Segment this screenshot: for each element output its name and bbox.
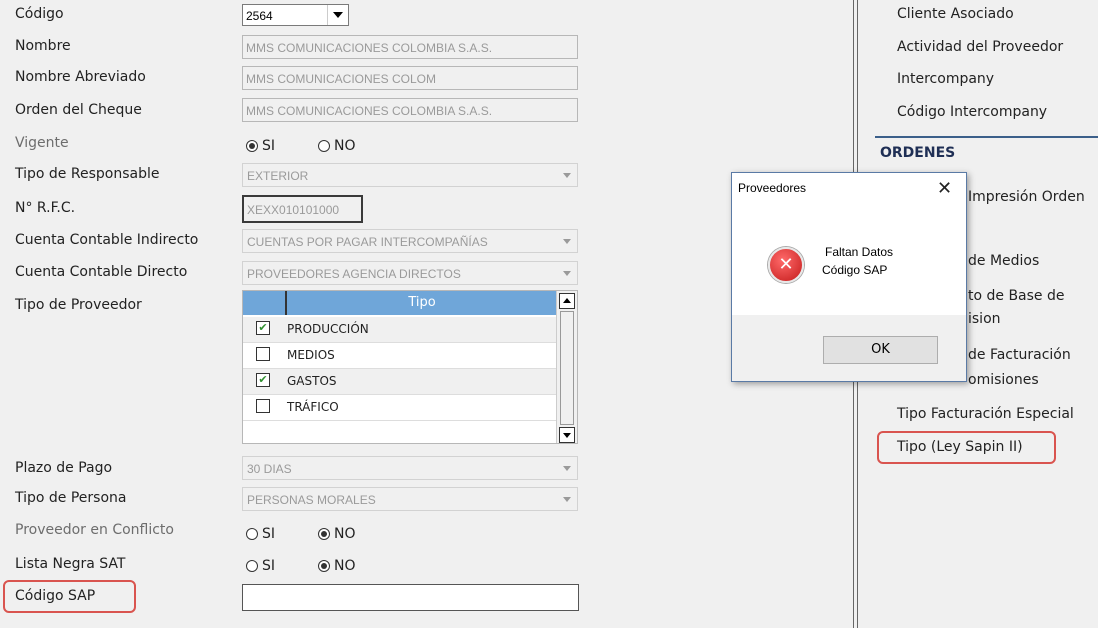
plazo-select[interactable]: 30 DIAS (242, 456, 578, 480)
nombre-label: Nombre (15, 38, 71, 54)
plazo-value: 30 DIAS (247, 462, 292, 476)
radio-unchecked-icon (246, 528, 258, 540)
right-item-facturacion-2[interactable]: omisiones (968, 372, 1039, 388)
orden-cheque-field[interactable]: MMS COMUNICACIONES COLOMBIA S.A.S. (242, 98, 578, 122)
section-divider (875, 136, 1098, 138)
lista-negra-si-text: SI (262, 558, 276, 574)
tipo-persona-select[interactable]: PERSONAS MORALES (242, 487, 578, 511)
cuenta-indirecto-label: Cuenta Contable Indirecto (15, 232, 199, 248)
right-item-codigo-intercompany[interactable]: Código Intercompany (897, 104, 1047, 120)
right-item-base-1[interactable]: to de Base de (968, 288, 1065, 304)
conflicto-si-radio[interactable]: SI (246, 526, 275, 542)
checkbox-checked-icon[interactable]: ✔ (256, 321, 270, 335)
radio-checked-icon (246, 140, 258, 152)
grid-row-label: GASTOS (287, 374, 337, 388)
chevron-down-icon[interactable] (327, 5, 348, 25)
right-item-tipo-ley-sapin[interactable]: Tipo (Ley Sapin II) (897, 439, 1023, 455)
grid-row[interactable]: TRÁFICO (243, 395, 557, 421)
grid-row-label: MEDIOS (287, 348, 335, 362)
tipo-responsable-value: EXTERIOR (247, 169, 309, 183)
grid-row-label: TRÁFICO (287, 400, 339, 414)
nombre-abreviado-label: Nombre Abreviado (15, 69, 146, 85)
chevron-down-icon (563, 466, 571, 471)
error-icon: ✕ (768, 247, 804, 283)
checkbox-unchecked-icon[interactable] (256, 399, 270, 413)
tipo-responsable-select[interactable]: EXTERIOR (242, 163, 578, 187)
vigente-no-radio[interactable]: NO (318, 138, 356, 154)
dialog-footer: OK (732, 315, 966, 381)
conflicto-no-text: NO (334, 526, 356, 542)
codigo-label: Código (15, 6, 64, 22)
section-ordenes: ORDENES (880, 145, 956, 161)
vigente-label: Vigente (15, 135, 69, 151)
vigente-si-radio[interactable]: SI (246, 138, 275, 154)
tipo-proveedor-label: Tipo de Proveedor (15, 297, 142, 313)
dialog-body: ✕ Faltan Datos Código SAP (732, 205, 966, 315)
dialog-message-1: Faltan Datos (825, 245, 894, 259)
plazo-label: Plazo de Pago (15, 460, 113, 476)
grid-row[interactable]: ✔ PRODUCCIÓN (243, 317, 557, 343)
proveedores-dialog: Proveedores ✕ ✕ Faltan Datos Código SAP … (731, 172, 967, 382)
tipo-persona-value: PERSONAS MORALES (247, 493, 376, 507)
lista-negra-no-text: NO (334, 558, 356, 574)
cuenta-directo-value: PROVEEDORES AGENCIA DIRECTOS (247, 267, 461, 281)
radio-unchecked-icon (318, 140, 330, 152)
right-item-actividad-proveedor[interactable]: Actividad del Proveedor (897, 39, 1063, 55)
radio-unchecked-icon (246, 560, 258, 572)
scroll-down-icon[interactable] (559, 427, 575, 443)
dialog-title: Proveedores (738, 181, 807, 195)
grid-header-corner (243, 291, 287, 315)
right-item-tipo-facturacion-especial[interactable]: Tipo Facturación Especial (897, 406, 1074, 422)
conflicto-label: Proveedor en Conflicto (15, 522, 174, 538)
codigo-value: 2564 (246, 9, 273, 23)
nombre-abreviado-field[interactable]: MMS COMUNICACIONES COLOM (242, 66, 578, 90)
chevron-down-icon (563, 173, 571, 178)
right-item-medios[interactable]: de Medios (968, 253, 1039, 269)
grid-header-tipo[interactable]: Tipo (287, 291, 557, 315)
grid-row-label: PRODUCCIÓN (287, 322, 369, 336)
vigente-si-text: SI (262, 138, 276, 154)
scroll-thumb[interactable] (560, 311, 574, 425)
chevron-down-icon (563, 271, 571, 276)
right-item-cliente-asociado[interactable]: Cliente Asociado (897, 6, 1014, 22)
cuenta-directo-label: Cuenta Contable Directo (15, 264, 188, 280)
grid-row[interactable]: ✔ GASTOS (243, 369, 557, 395)
chevron-down-icon (563, 239, 571, 244)
scroll-up-icon[interactable] (559, 293, 575, 309)
radio-checked-icon (318, 528, 330, 540)
grid-row[interactable]: MEDIOS (243, 343, 557, 369)
checkbox-unchecked-icon[interactable] (256, 347, 270, 361)
right-item-intercompany[interactable]: Intercompany (897, 71, 994, 87)
tipo-proveedor-grid: Tipo ✔ PRODUCCIÓN MEDIOS ✔ GASTOS TRÁFIC… (242, 290, 578, 444)
chevron-down-icon (563, 497, 571, 502)
right-item-base-2[interactable]: ision (968, 311, 1001, 327)
checkbox-checked-icon[interactable]: ✔ (256, 373, 270, 387)
nombre-field[interactable]: MMS COMUNICACIONES COLOMBIA S.A.S. (242, 35, 578, 59)
close-icon[interactable]: ✕ (937, 178, 952, 199)
right-item-facturacion-1[interactable]: de Facturación (968, 347, 1071, 363)
tipo-persona-label: Tipo de Persona (15, 490, 127, 506)
conflicto-no-radio[interactable]: NO (318, 526, 356, 542)
vigente-no-text: NO (334, 138, 356, 154)
dialog-titlebar: Proveedores ✕ (732, 173, 966, 205)
cuenta-indirecto-value: CUENTAS POR PAGAR INTERCOMPAÑÍAS (247, 235, 488, 249)
cuenta-directo-select[interactable]: PROVEEDORES AGENCIA DIRECTOS (242, 261, 578, 285)
radio-checked-icon (318, 560, 330, 572)
right-item-impresion-orden[interactable]: Impresión Orden (968, 189, 1085, 205)
cuenta-indirecto-select[interactable]: CUENTAS POR PAGAR INTERCOMPAÑÍAS (242, 229, 578, 253)
conflicto-si-text: SI (262, 526, 276, 542)
lista-negra-label: Lista Negra SAT (15, 556, 126, 572)
tipo-responsable-label: Tipo de Responsable (15, 166, 160, 182)
grid-scrollbar[interactable] (556, 291, 577, 443)
orden-cheque-label: Orden del Cheque (15, 102, 142, 118)
rfc-label: N° R.F.C. (15, 200, 76, 216)
ok-button[interactable]: OK (823, 336, 938, 364)
lista-negra-si-radio[interactable]: SI (246, 558, 275, 574)
lista-negra-no-radio[interactable]: NO (318, 558, 356, 574)
codigo-sap-input[interactable] (242, 584, 579, 611)
codigo-sap-label: Código SAP (15, 588, 96, 604)
rfc-field[interactable]: XEXX010101000 (242, 195, 363, 223)
codigo-select[interactable]: 2564 (242, 4, 349, 26)
dialog-message-2: Código SAP (822, 263, 888, 277)
